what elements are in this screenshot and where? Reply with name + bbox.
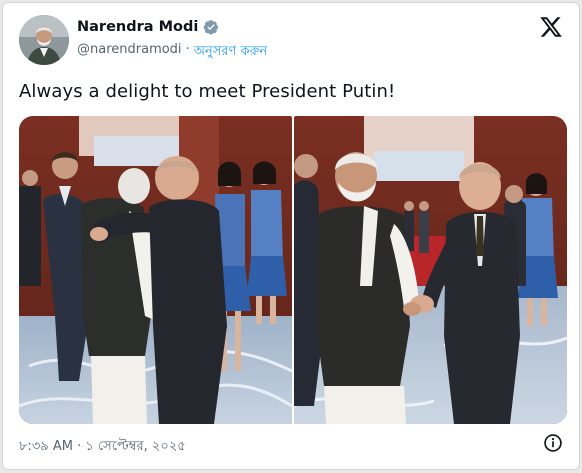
verified-badge-icon bbox=[204, 20, 219, 35]
tweet-photo-handshake[interactable] bbox=[294, 116, 567, 424]
tweet-text: Always a delight to meet President Putin… bbox=[19, 81, 396, 102]
author-name-row[interactable]: Narendra Modi bbox=[77, 19, 219, 35]
info-icon[interactable] bbox=[543, 433, 563, 453]
handle-row: @narendramodi · অনুসরণ করুন bbox=[77, 42, 267, 63]
tweet-photo-embrace[interactable] bbox=[19, 116, 292, 424]
handle-separator: · bbox=[185, 42, 190, 57]
follow-link[interactable]: অনুসরণ করুন bbox=[194, 42, 268, 63]
tweet-timestamp[interactable]: ৮:৩৯ AM · ১ সেপ্টেম্বর, ২০২৫ bbox=[19, 437, 186, 458]
user-handle[interactable]: @narendramodi bbox=[77, 42, 182, 63]
display-name[interactable]: Narendra Modi bbox=[77, 19, 198, 35]
tweet-card: Narendra Modi @narendramodi · অনুসরণ করু… bbox=[2, 2, 580, 470]
x-logo-icon[interactable] bbox=[539, 15, 563, 39]
avatar[interactable] bbox=[19, 15, 69, 65]
